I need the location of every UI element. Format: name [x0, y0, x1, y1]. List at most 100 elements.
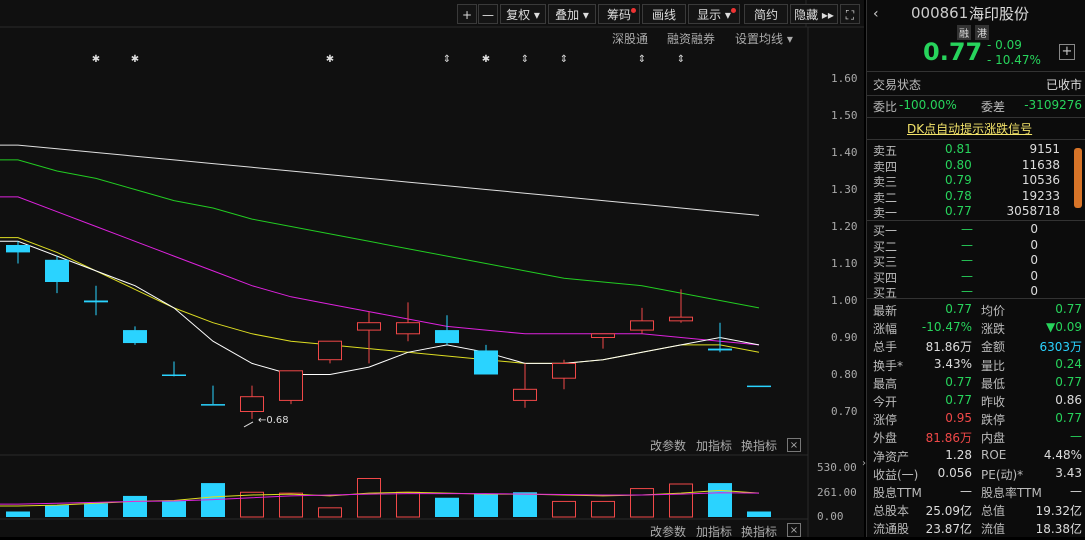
- bottom-switch-indicator-button[interactable]: 换指标: [741, 523, 777, 540]
- ask-row[interactable]: 卖五 0.81 9151: [873, 142, 1082, 158]
- tab-shengutong[interactable]: 深股通: [612, 30, 648, 47]
- ask-row[interactable]: 卖四 0.80 11638: [873, 158, 1082, 174]
- volume-close-icon[interactable]: ×: [787, 438, 801, 452]
- bid-volume: 0: [1030, 253, 1038, 267]
- bid-level-label: 买四: [873, 270, 898, 285]
- ask-volume: 10536: [1021, 173, 1060, 187]
- ask-price: 0.80: [945, 157, 972, 172]
- volume-switch-indicator-button[interactable]: 换指标: [741, 437, 777, 454]
- stat-value: 23.87亿: [925, 522, 972, 537]
- bid-row[interactable]: 买二 — 0: [873, 238, 1082, 254]
- huaxian-button[interactable]: 画线: [642, 4, 686, 24]
- stat-value: ▼0.09: [1046, 320, 1082, 335]
- stat-value: 81.86万: [925, 431, 972, 446]
- candle-body: [513, 388, 537, 401]
- bid-volume: 0: [1030, 222, 1038, 236]
- tab-margin-trading[interactable]: 融资融券: [667, 30, 715, 47]
- stat-row: 今开 0.77 昨收 0.86: [873, 393, 1082, 411]
- bottom-change-params-button[interactable]: 改参数: [650, 523, 686, 540]
- volume-add-indicator-button[interactable]: 加指标: [696, 437, 732, 454]
- yincang-button[interactable]: 隐藏 ▸▸: [790, 4, 838, 24]
- volume-bar: [747, 511, 771, 517]
- xianshi-button[interactable]: 显示 ▾: [688, 4, 740, 24]
- bid-volume: 0: [1030, 237, 1038, 252]
- trade-status-label: 交易状态: [873, 78, 922, 92]
- candle-body: [669, 316, 693, 322]
- candle-body: [552, 362, 576, 379]
- add-watchlist-button[interactable]: +: [1059, 44, 1075, 60]
- stat-value: 0.77: [945, 374, 972, 389]
- jianyue-button[interactable]: 简约: [744, 4, 788, 24]
- candle-body: [318, 340, 342, 361]
- candle-body: [396, 322, 420, 335]
- zoom-out-button[interactable]: —: [478, 4, 498, 24]
- stat-value: 81.86万: [925, 340, 972, 355]
- order-book-scrollbar[interactable]: [1074, 148, 1082, 208]
- ask-volume: 9151: [1029, 142, 1060, 156]
- bid-level-label: 买二: [873, 239, 898, 254]
- kline-chart-area[interactable]: ←0.68 ✱ ✱ ✱ ⇕ ✱ ⇕ ⇕ ⇕ ⇕ + — 复权 ▾ 叠加 ▾ 筹码 画线 显示 ▾ …: [0, 0, 866, 540]
- ask-row[interactable]: 卖三 0.79 10536: [873, 173, 1082, 189]
- set-ma-dropdown[interactable]: 设置均线 ▾: [735, 30, 793, 47]
- ask-row[interactable]: 卖二 0.78 19233: [873, 189, 1082, 205]
- stat-value: 0.77: [1055, 374, 1082, 389]
- stat-label: 涨跌: [981, 322, 1006, 337]
- stat-label: 涨停: [873, 413, 898, 428]
- stat-label: 内盘: [981, 431, 1006, 446]
- candle-body: [708, 348, 732, 351]
- event-marker-icon: ✱: [326, 54, 334, 65]
- ask-price: 0.78: [945, 188, 972, 203]
- weicha-value: -3109276: [1024, 98, 1082, 112]
- stat-label: 总值: [981, 504, 1006, 519]
- volume-bar: [45, 505, 69, 517]
- volume-bar: [396, 491, 420, 518]
- volume-bar: [240, 491, 264, 518]
- stat-value: -10.47%: [921, 320, 972, 335]
- fullscreen-icon[interactable]: ⛶: [840, 4, 860, 24]
- price-tick-label: 1.30: [831, 182, 858, 196]
- volume-bar: [162, 500, 186, 517]
- stat-value: 0.86: [1055, 393, 1082, 407]
- volume-change-params-button[interactable]: 改参数: [650, 437, 686, 454]
- stat-value: 0.95: [945, 411, 972, 426]
- price-tick-label: 1.00: [831, 293, 858, 307]
- ma-line: [0, 240, 760, 375]
- event-marker-icon: ⇕: [560, 54, 568, 65]
- stat-row: 涨停 0.95 跌停 0.77: [873, 411, 1082, 429]
- stat-row: 总手 81.86万 金额 6303万: [873, 338, 1082, 356]
- stat-value: 4.48%: [1043, 447, 1082, 462]
- zoom-in-button[interactable]: +: [457, 4, 477, 24]
- bid-row[interactable]: 买三 — 0: [873, 253, 1082, 269]
- stat-label: 最高: [873, 376, 898, 391]
- notification-dot-icon: [731, 8, 736, 13]
- price-tick-label: 1.40: [831, 145, 858, 159]
- diejia-button[interactable]: 叠加 ▾: [548, 4, 596, 24]
- fuquan-button[interactable]: 复权 ▾: [500, 4, 546, 24]
- stat-row: 换手* 3.43% 量比 0.24: [873, 357, 1082, 375]
- bottom-close-icon[interactable]: ×: [787, 523, 801, 537]
- volume-bar: [552, 500, 576, 518]
- stat-row: 股息TTM — 股息率TTM —: [873, 484, 1082, 502]
- event-marker-icon: ✱: [131, 54, 139, 65]
- candle-body: [591, 333, 615, 338]
- ask-row[interactable]: 卖一 0.77 3058718: [873, 204, 1082, 220]
- stat-label: 总手: [873, 340, 898, 355]
- bid-row[interactable]: 买一 — 0: [873, 222, 1082, 238]
- dk-signal-link[interactable]: DK点自动提示涨跌信号: [907, 120, 1032, 137]
- volume-bar: [591, 500, 615, 518]
- bid-row[interactable]: 买四 — 0: [873, 269, 1082, 285]
- event-marker-icon: ⇕: [638, 54, 646, 65]
- volume-bar: [708, 483, 732, 517]
- chouma-button[interactable]: 筹码: [598, 4, 640, 24]
- bid-level-label: 买一: [873, 224, 898, 238]
- event-marker-icon: ⇕: [677, 54, 685, 65]
- bid-price: —: [961, 284, 973, 298]
- ask-level-label: 卖三: [873, 175, 898, 189]
- ask-price: 0.81: [945, 142, 972, 156]
- price-tick-label: 0.80: [831, 367, 858, 381]
- kline-chart-svg[interactable]: ←0.68 ✱ ✱ ✱ ⇕ ✱ ⇕ ⇕ ⇕ ⇕: [0, 0, 864, 537]
- back-icon[interactable]: ‹: [873, 6, 879, 22]
- bottom-add-indicator-button[interactable]: 加指标: [696, 523, 732, 540]
- candle-body: [6, 245, 30, 253]
- last-price: 0.77: [923, 38, 983, 66]
